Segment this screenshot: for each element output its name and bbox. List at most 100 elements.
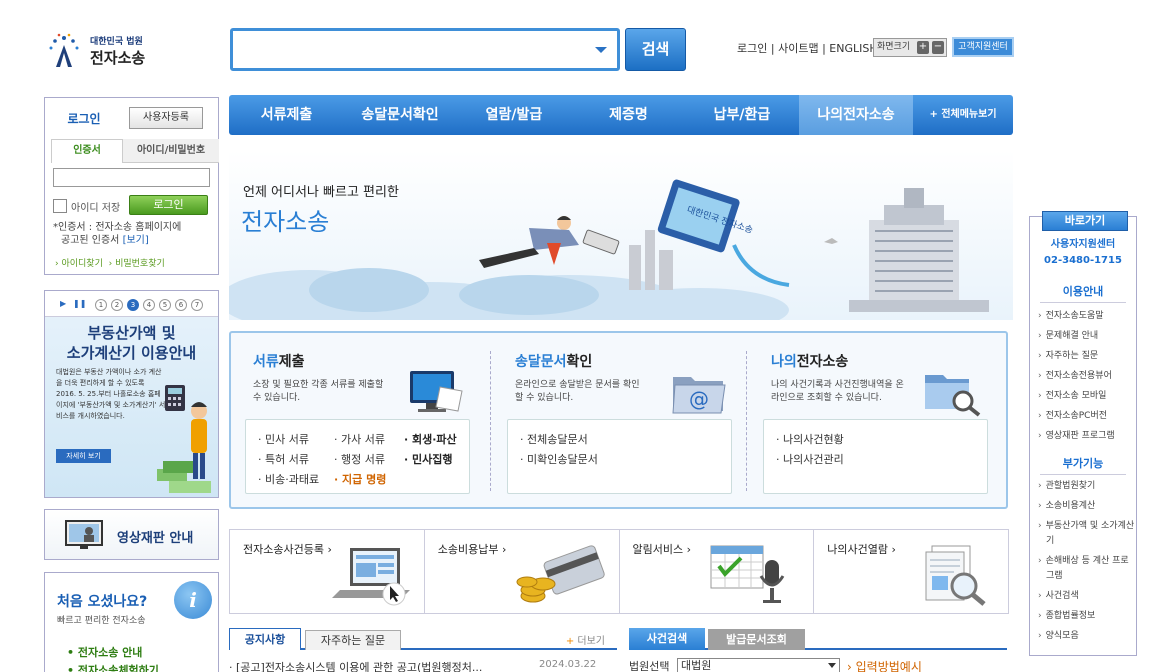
non-contentious-link[interactable]: · 비송·과태료 [258,471,319,487]
chevron-down-icon [828,663,836,668]
nav-view-issue[interactable]: 열람/발급 [456,95,572,135]
english-link[interactable]: ENGLISH [829,42,877,55]
promo-page-6[interactable]: 6 [175,299,187,311]
tab-notice[interactable]: 공지사항 [229,628,301,650]
search-button[interactable]: 검색 [625,28,686,71]
ql-forms[interactable]: 양식모음 [1038,629,1136,644]
search-dropdown-icon[interactable] [595,47,607,53]
monitor-document-icon [410,371,463,412]
find-password-link[interactable]: › 비밀번호찾기 [109,259,165,269]
video-trial-guide[interactable]: 영상재판 안내 [44,509,219,560]
input-example-link[interactable]: › 입력방법예시 [847,658,922,672]
family-document-link[interactable]: · 가사 서류 [334,431,385,447]
cert-note-line2: 공고된 인증서 [61,235,120,246]
find-id-link[interactable]: › 아이디찾기 [55,259,103,269]
tab-case-search[interactable]: 사건검색 [629,628,705,650]
plus-icon: + [565,636,575,647]
service-title-rest: 확인 [566,354,593,370]
quick-card-case-register[interactable]: 전자소송사건등록 › [230,530,425,613]
case-search-form: 법원선택 대법원 › 입력방법예시 [629,658,1007,672]
promo-page-1[interactable]: 1 [95,299,107,311]
login-panel: 로그인 사용자등록 인증서 아이디/비밀번호 아이디 저장 로그인 *인증서 :… [44,97,219,275]
ql-help[interactable]: 전자소송도움말 [1038,309,1136,324]
help-center-button[interactable]: 고객지원센터 [952,37,1014,57]
certificate-input[interactable] [53,168,210,187]
sitemap-link[interactable]: 사이트맵 [778,40,818,56]
court-select[interactable]: 대법원 [677,658,840,672]
nav-document-submit[interactable]: 서류제출 [229,95,344,135]
nav-payment-refund[interactable]: 납부/환급 [685,95,799,135]
notice-date: 2024.03.22 [539,659,597,670]
nav-certificate[interactable]: 제증명 [572,95,685,135]
my-case-manage-link[interactable]: · 나의사건관리 [776,451,844,467]
play-icon[interactable]: ▶ [60,299,66,308]
quick-card-cost-payment[interactable]: 소송비용납부 › [425,530,620,613]
tab-certificate[interactable]: 인증서 [51,139,123,163]
civil-document-link[interactable]: · 민사 서류 [258,431,309,447]
ql-cost-calc[interactable]: 소송비용계산 [1038,499,1136,514]
service-title-highlight: 나의 [771,354,797,370]
lawsuit-guide-link[interactable]: • 전자소송 안내 [67,644,142,660]
ql-find-court[interactable]: 관할법원찾기 [1038,479,1136,494]
login-tab[interactable]: 로그인 [45,98,123,134]
admin-document-link[interactable]: · 행정 서류 [334,451,385,467]
find-links: › 아이디찾기 › 비밀번호찾기 [55,256,165,269]
tab-faq[interactable]: 자주하는 질문 [305,630,401,650]
ql-case-search[interactable]: 사건검색 [1038,589,1136,604]
quick-card-label: 소송비용납부 › [437,543,507,556]
save-id-checkbox[interactable] [53,199,67,213]
civil-execution-link[interactable]: · 민사집행 [404,451,453,467]
divider [490,351,491,491]
ql-pc-version[interactable]: 전자소송PC버전 [1038,409,1136,424]
lawsuit-trial-link[interactable]: • 전자소송체험하기 [67,662,159,672]
cert-view-link[interactable]: [보기] [123,235,149,246]
font-minus-button[interactable]: − [932,41,944,54]
promo-title-line1: 부동산가액 및 [87,324,176,342]
ql-damage-calc[interactable]: 손해배상 등 계산 프로그램 [1038,554,1136,584]
nav-all-menu[interactable]: + 전체메뉴보기 [913,95,1013,135]
register-button[interactable]: 사용자등록 [129,107,203,129]
first-visit-subtitle: 빠르고 편리한 전자소송 [57,616,146,626]
patent-document-link[interactable]: · 특허 서류 [258,451,309,467]
service-title[interactable]: 서류제출 [253,351,305,371]
court-emblem-icon [49,33,79,67]
service-title[interactable]: 송달문서확인 [515,351,592,371]
tab-id-password[interactable]: 아이디/비밀번호 [123,139,219,163]
tab-issued-docs[interactable]: 발급문서조회 [708,629,805,650]
ql-property-calc[interactable]: 부동산가액 및 소가계산기 [1038,519,1136,549]
credit-card-coins-icon [516,545,605,603]
promo-more-button[interactable]: 자세히 보기 [56,449,111,463]
promo-page-5[interactable]: 5 [159,299,171,311]
nav-service-check[interactable]: 송달문서확인 [344,95,456,135]
ql-mobile[interactable]: 전자소송 모바일 [1038,389,1136,404]
payment-order-link[interactable]: · 지급 명령 [334,471,386,487]
pause-icon[interactable]: ❚❚ [73,299,86,308]
service-description: 소장 및 필요한 각종 서류를 제출할 수 있습니다. [253,380,384,403]
ql-faq[interactable]: 자주하는 질문 [1038,349,1136,364]
service-title[interactable]: 나의전자소송 [771,351,848,371]
ql-viewer[interactable]: 전자소송전용뷰어 [1038,369,1136,384]
promo-page-2[interactable]: 2 [111,299,123,311]
unchecked-docs-link[interactable]: · 미확인송달문서 [520,451,598,467]
promo-page-4[interactable]: 4 [143,299,155,311]
my-case-status-link[interactable]: · 나의사건현황 [776,431,844,447]
font-plus-button[interactable]: + [917,41,929,54]
all-delivered-docs-link[interactable]: · 전체송달문서 [520,431,588,447]
quick-card-alert-service[interactable]: 알림서비스 › [620,530,815,613]
promo-page-3[interactable]: 3 [127,299,139,311]
quick-card-case-view[interactable]: 나의사건열람 › [814,530,1008,613]
rehab-bankruptcy-link[interactable]: · 회생·파산 [404,431,457,447]
search-input[interactable] [239,39,579,61]
court-logo[interactable]: 대한민국 법원 전자소송 [46,31,156,71]
promo-page-7[interactable]: 7 [191,299,203,311]
login-button[interactable]: 로그인 [129,195,208,215]
ql-video-program[interactable]: 영상재판 프로그램 [1038,429,1136,444]
notice-more-link[interactable]: + 더보기 [566,632,605,647]
login-link[interactable]: 로그인 [737,40,767,56]
ql-legal-info[interactable]: 종합법률정보 [1038,609,1136,624]
nav-my-lawsuit[interactable]: 나의전자소송 [799,95,913,135]
save-id-label: 아이디 저장 [71,203,121,214]
notice-item[interactable]: · [공고]전자소송시스템 이용에 관한 공고(법원행정처... 2024.03… [229,659,617,672]
ql-troubleshoot[interactable]: 문제해결 안내 [1038,329,1136,344]
video-trial-label: 영상재판 안내 [117,531,194,546]
